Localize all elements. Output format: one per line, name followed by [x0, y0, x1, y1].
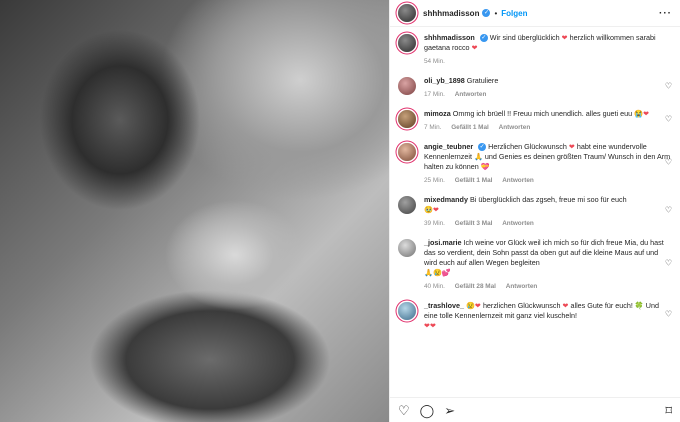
red-heart-icon: ❤❤ — [424, 321, 437, 330]
comment-username[interactable]: _josi.marie — [424, 238, 462, 247]
post-header: shhhmadisson ✓ • Folgen ··· — [390, 0, 680, 27]
comment-username[interactable]: oli_yb_1898 — [424, 76, 465, 85]
save-bookmark-icon[interactable]: ⌑ — [665, 404, 672, 417]
like-comment-heart-icon[interactable]: ♡ — [665, 82, 672, 91]
comment-time: 39 Min. — [424, 220, 445, 227]
clover-icon: 🍀 — [634, 301, 644, 310]
emoji-icon: 😭 — [634, 109, 644, 118]
reply-button[interactable]: Antworten — [499, 124, 531, 131]
comment-likes[interactable]: Gefällt 28 Mal — [455, 283, 496, 290]
comment-username[interactable]: shhhmadisson — [424, 33, 475, 42]
red-heart-icon: ❤ — [562, 301, 569, 310]
comment-time: 54 Min. — [424, 58, 445, 65]
comment-text: alles Gute für euch! — [570, 301, 633, 310]
reply-button[interactable]: Antworten — [455, 91, 487, 98]
heart-gift-icon: 💝 — [480, 162, 490, 171]
follow-button[interactable]: Folgen — [501, 9, 527, 18]
comment-username[interactable]: _trashlove_ — [424, 301, 464, 310]
comment-text: herzlichen Glückwunsch — [482, 301, 561, 310]
like-comment-heart-icon[interactable]: ♡ — [665, 158, 672, 167]
red-heart-icon: ❤ — [432, 205, 439, 214]
avatar[interactable] — [398, 34, 416, 52]
verified-badge-icon: ✓ — [482, 9, 491, 17]
avatar[interactable] — [398, 239, 416, 257]
more-options-icon[interactable]: ··· — [659, 8, 672, 19]
comment-username[interactable]: mimoza — [424, 109, 451, 118]
comment-time: 25 Min. — [424, 177, 445, 184]
list-item: angie_teubner ✓ Herzlichen Glückwunsch ❤… — [398, 142, 672, 186]
emoji-icon: 🙏😢💕 — [424, 268, 451, 277]
avatar[interactable] — [398, 143, 416, 161]
author-username[interactable]: shhhmadisson — [423, 9, 479, 18]
comment-icon[interactable]: ◯ — [420, 404, 435, 417]
comment-username[interactable]: mixedmandy — [424, 195, 468, 204]
caption: shhhmadisson ✓ Wir sind überglücklich ❤ … — [398, 33, 672, 67]
avatar[interactable] — [398, 302, 416, 320]
red-heart-icon: ❤ — [568, 142, 575, 151]
reply-button[interactable]: Antworten — [506, 283, 538, 290]
verified-badge-icon: ✓ — [478, 143, 487, 152]
list-item: _trashlove_ 😢❤ herzlichen Glückwunsch ❤ … — [398, 301, 672, 331]
comment-username[interactable]: angie_teubner — [424, 142, 473, 151]
comment-text: Bi überglücklich das zgseh, freue mi soo… — [469, 195, 627, 204]
post-actions-bar: ♡ ◯ ➢ ⌑ — [390, 397, 680, 422]
red-heart-icon: ❤ — [561, 33, 568, 42]
praying-hands-icon: 🙏 — [473, 152, 483, 161]
caption-text: Wir sind überglücklich — [489, 33, 560, 42]
like-comment-heart-icon[interactable]: ♡ — [665, 115, 672, 124]
red-heart-icon: ❤ — [643, 109, 650, 118]
comment-list[interactable]: shhhmadisson ✓ Wir sind überglücklich ❤ … — [390, 27, 680, 397]
list-item: mixedmandy Bi überglücklich das zgseh, f… — [398, 195, 672, 229]
comment-time: 17 Min. — [424, 91, 445, 98]
author-avatar[interactable] — [398, 4, 416, 22]
share-icon[interactable]: ➢ — [444, 404, 455, 417]
like-heart-icon[interactable]: ♡ — [398, 404, 410, 417]
comment-likes[interactable]: Gefällt 3 Mal — [455, 220, 493, 227]
separator-dot: • — [494, 8, 498, 18]
list-item: oli_yb_1898 Gratuliere 17 Min. Antworten… — [398, 76, 672, 100]
avatar[interactable] — [398, 196, 416, 214]
red-heart-icon: ❤ — [474, 301, 481, 310]
comment-text: Gratuliere — [466, 76, 499, 85]
list-item: mimoza Ommg ich brüell !! Freuu mich une… — [398, 109, 672, 133]
red-heart-icon: ❤ — [471, 43, 478, 52]
comment-likes[interactable]: Gefällt 1 Mal — [455, 177, 493, 184]
verified-badge-icon: ✓ — [479, 34, 488, 43]
post-photo[interactable] — [0, 0, 389, 422]
comment-text: Herzlichen Glückwunsch — [488, 142, 567, 151]
post-side-panel: shhhmadisson ✓ • Folgen ··· shhhmadisson… — [389, 0, 680, 422]
comment-text: Ommg ich brüell !! Freuu mich unendlich.… — [452, 109, 633, 118]
comment-time: 7 Min. — [424, 124, 442, 131]
emoji-icon: 🥹 — [424, 205, 433, 214]
like-comment-heart-icon[interactable]: ♡ — [665, 259, 672, 268]
like-comment-heart-icon[interactable]: ♡ — [665, 310, 672, 319]
reply-button[interactable]: Antworten — [502, 220, 534, 227]
reply-button[interactable]: Antworten — [502, 177, 534, 184]
like-comment-heart-icon[interactable]: ♡ — [665, 206, 672, 215]
avatar[interactable] — [398, 77, 416, 95]
list-item: _josi.marie Ich weine vor Glück weil ich… — [398, 238, 672, 292]
emoji-icon: 😢 — [465, 301, 475, 310]
avatar[interactable] — [398, 110, 416, 128]
comment-likes[interactable]: Gefällt 1 Mal — [451, 124, 489, 131]
comment-time: 40 Min. — [424, 283, 445, 290]
